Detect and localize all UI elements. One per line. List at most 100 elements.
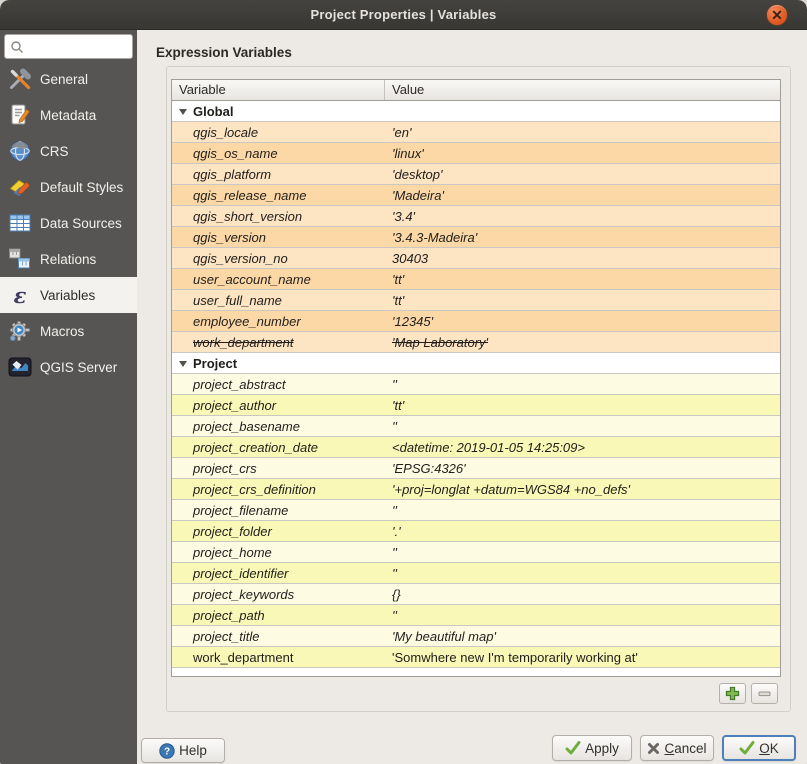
group-row-global[interactable]: Global bbox=[172, 101, 780, 122]
value-cell: '' bbox=[385, 419, 780, 434]
svg-text:?: ? bbox=[164, 746, 170, 757]
value-cell: 'Somwhere new I'm temporarily working at… bbox=[385, 650, 780, 665]
sidebar-item-label: Macros bbox=[40, 324, 84, 339]
close-button[interactable]: ✕ bbox=[766, 4, 788, 26]
metadata-icon bbox=[7, 102, 33, 128]
sidebar-item-relations[interactable]: Relations bbox=[0, 241, 137, 277]
group-row-project[interactable]: Project bbox=[172, 353, 780, 374]
sidebar-item-general[interactable]: General bbox=[0, 61, 137, 97]
table-row[interactable]: project_folder'.' bbox=[172, 521, 780, 542]
table-row[interactable]: qgis_locale'en' bbox=[172, 122, 780, 143]
table-row[interactable]: qgis_platform'desktop' bbox=[172, 164, 780, 185]
variable-cell: project_folder bbox=[172, 524, 385, 539]
sidebar-item-label: QGIS Server bbox=[40, 360, 117, 375]
sidebar-item-qgis-server[interactable]: QGIS Server bbox=[0, 349, 137, 385]
value-cell: {} bbox=[385, 587, 780, 602]
ok-check-icon bbox=[739, 741, 755, 755]
cancel-button[interactable]: Cancel bbox=[640, 735, 714, 761]
value-cell: '12345' bbox=[385, 314, 780, 329]
sidebar-item-crs[interactable]: CRS bbox=[0, 133, 137, 169]
value-cell: 'Madeira' bbox=[385, 188, 780, 203]
collapse-arrow-icon[interactable] bbox=[179, 109, 187, 115]
collapse-arrow-icon[interactable] bbox=[179, 361, 187, 367]
variables-table-body: Globalqgis_locale'en'qgis_os_name'linux'… bbox=[172, 101, 780, 668]
epsilon-icon: ε bbox=[7, 282, 33, 308]
variable-cell: project_keywords bbox=[172, 587, 385, 602]
table-row[interactable]: project_abstract'' bbox=[172, 374, 780, 395]
value-cell: '.' bbox=[385, 524, 780, 539]
table-row[interactable]: work_department'Map Laboratory' bbox=[172, 332, 780, 353]
variable-cell: qgis_version_no bbox=[172, 251, 385, 266]
table-row[interactable]: project_crs'EPSG:4326' bbox=[172, 458, 780, 479]
variable-cell: project_home bbox=[172, 545, 385, 560]
add-icon bbox=[725, 686, 740, 701]
sidebar-item-data-sources[interactable]: Data Sources bbox=[0, 205, 137, 241]
sidebar-item-default-styles[interactable]: Default Styles bbox=[0, 169, 137, 205]
cancel-button-label: Cancel bbox=[664, 741, 706, 756]
column-header-variable[interactable]: Variable bbox=[172, 80, 385, 100]
titlebar[interactable]: Project Properties | Variables ✕ bbox=[0, 0, 807, 30]
variable-cell: project_creation_date bbox=[172, 440, 385, 455]
value-cell: 'tt' bbox=[385, 398, 780, 413]
sidebar-item-label: Data Sources bbox=[40, 216, 122, 231]
table-row[interactable]: project_basename'' bbox=[172, 416, 780, 437]
table-row[interactable]: user_full_name'tt' bbox=[172, 290, 780, 311]
add-variable-button[interactable] bbox=[719, 683, 746, 704]
sidebar-item-macros[interactable]: Macros bbox=[0, 313, 137, 349]
variable-cell: project_abstract bbox=[172, 377, 385, 392]
apply-button[interactable]: Apply bbox=[552, 735, 632, 761]
expression-variables-groupbox: Variable Value Globalqgis_locale'en'qgis… bbox=[166, 66, 791, 712]
table-row[interactable]: user_account_name'tt' bbox=[172, 269, 780, 290]
table-row[interactable]: project_title'My beautiful map' bbox=[172, 626, 780, 647]
variable-cell: qgis_platform bbox=[172, 167, 385, 182]
close-icon: ✕ bbox=[771, 8, 783, 22]
globe-icon bbox=[7, 138, 33, 164]
styles-brush-icon bbox=[7, 174, 33, 200]
value-cell: 'tt' bbox=[385, 272, 780, 287]
table-row[interactable]: qgis_os_name'linux' bbox=[172, 143, 780, 164]
value-cell: 'desktop' bbox=[385, 167, 780, 182]
table-row[interactable]: qgis_short_version'3.4' bbox=[172, 206, 780, 227]
sidebar-item-label: Default Styles bbox=[40, 180, 123, 195]
column-header-value[interactable]: Value bbox=[385, 80, 424, 100]
value-cell: 'EPSG:4326' bbox=[385, 461, 780, 476]
table-row[interactable]: project_keywords{} bbox=[172, 584, 780, 605]
variable-cell: project_basename bbox=[172, 419, 385, 434]
table-row[interactable]: project_crs_definition'+proj=longlat +da… bbox=[172, 479, 780, 500]
table-row[interactable]: project_path'' bbox=[172, 605, 780, 626]
ok-button[interactable]: OK bbox=[722, 735, 796, 761]
value-cell: 30403 bbox=[385, 251, 780, 266]
table-row[interactable]: employee_number'12345' bbox=[172, 311, 780, 332]
help-button[interactable]: ? Help bbox=[141, 738, 225, 763]
search-input[interactable] bbox=[24, 37, 124, 57]
table-row[interactable]: project_identifier'' bbox=[172, 563, 780, 584]
remove-variable-button[interactable] bbox=[751, 683, 778, 704]
table-row[interactable]: qgis_version'3.4.3-Madeira' bbox=[172, 227, 780, 248]
variable-cell: project_author bbox=[172, 398, 385, 413]
value-cell: 'Map Laboratory' bbox=[385, 335, 780, 350]
apply-check-icon bbox=[565, 741, 581, 755]
sidebar-item-variables[interactable]: εVariables bbox=[0, 277, 137, 313]
variable-cell: project_path bbox=[172, 608, 385, 623]
table-row[interactable]: work_department'Somwhere new I'm tempora… bbox=[172, 647, 780, 668]
sidebar-item-metadata[interactable]: Metadata bbox=[0, 97, 137, 133]
value-cell: '' bbox=[385, 566, 780, 581]
sidebar-item-label: Metadata bbox=[40, 108, 96, 123]
value-cell: '' bbox=[385, 377, 780, 392]
table-row[interactable]: project_creation_date<datetime: 2019-01-… bbox=[172, 437, 780, 458]
section-title: Expression Variables bbox=[156, 45, 292, 60]
variables-table: Variable Value Globalqgis_locale'en'qgis… bbox=[171, 79, 781, 677]
value-cell: '3.4.3-Madeira' bbox=[385, 230, 780, 245]
variable-cell: project_title bbox=[172, 629, 385, 644]
main-content: Expression Variables Variable Value Glob… bbox=[137, 30, 807, 764]
value-cell: '3.4' bbox=[385, 209, 780, 224]
value-cell: 'linux' bbox=[385, 146, 780, 161]
table-row[interactable]: project_author'tt' bbox=[172, 395, 780, 416]
table-row[interactable]: project_filename'' bbox=[172, 500, 780, 521]
value-cell: '' bbox=[385, 545, 780, 560]
table-row[interactable]: project_home'' bbox=[172, 542, 780, 563]
variable-cell: user_full_name bbox=[172, 293, 385, 308]
table-row[interactable]: qgis_release_name'Madeira' bbox=[172, 185, 780, 206]
table-row[interactable]: qgis_version_no30403 bbox=[172, 248, 780, 269]
search-box[interactable] bbox=[4, 34, 133, 59]
